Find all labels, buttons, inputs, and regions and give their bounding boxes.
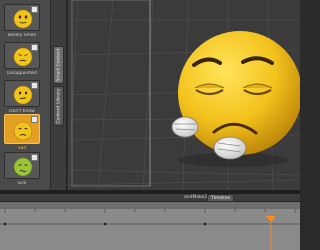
sad-emoticon-character [171, 31, 300, 160]
thumbnail-badge-icon [31, 116, 38, 123]
tab-content-library[interactable]: Content Library [53, 86, 64, 126]
panel-tab-strip: Smart Content Content Library [51, 0, 67, 190]
asset-label: Disappointed [7, 71, 37, 76]
asset-label: Barely Smile [7, 33, 37, 38]
asset-thumbnail[interactable] [4, 4, 40, 31]
asset-thumbnail[interactable] [4, 152, 40, 179]
tab-smart-content[interactable]: Smart Content [53, 46, 64, 84]
playhead-marker [266, 216, 276, 222]
asset-thumbnail[interactable] [4, 80, 40, 107]
asset-item-sick[interactable]: Sick [4, 152, 40, 186]
content-asset-panel: Barely Smile Disappointed Don't Know Sad… [0, 0, 51, 190]
thumbnail-badge-icon [31, 154, 38, 161]
keyframe-marker [203, 222, 207, 226]
scene-name-label: andMako2 [184, 195, 208, 200]
thumbnail-badge-icon [31, 82, 38, 89]
asset-item-dont-know[interactable]: Don't Know [4, 80, 40, 114]
asset-item-disappointed[interactable]: Disappointed [4, 42, 40, 76]
keyframe-marker [103, 222, 107, 226]
asset-item-barely-smile[interactable]: Barely Smile [4, 4, 40, 38]
tab-label: Content Library [56, 88, 61, 124]
asset-label: Sick [17, 181, 27, 186]
timeline-track[interactable] [0, 202, 300, 250]
viewport-scene [68, 0, 300, 192]
thumbnail-badge-icon [31, 44, 38, 51]
thumbnail-badge-icon [31, 6, 38, 13]
asset-item-sad[interactable]: Sad [4, 114, 40, 151]
keyframe-marker [3, 222, 7, 226]
tab-label: Smart Content [56, 48, 61, 82]
timeline-header: andMako2 Timeline [0, 194, 300, 202]
asset-label: Sad [17, 146, 27, 151]
asset-thumbnail[interactable] [4, 42, 40, 69]
asset-thumbnail-selected[interactable] [4, 114, 40, 144]
timeline-ruler [0, 202, 300, 250]
3d-viewport[interactable] [68, 0, 300, 192]
tab-timeline[interactable]: Timeline [207, 194, 235, 202]
